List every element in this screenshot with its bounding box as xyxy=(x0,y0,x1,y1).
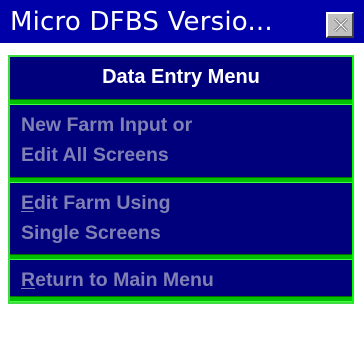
menu-item-line-rest: eturn to Main Menu xyxy=(35,269,214,291)
app-window: Micro DFBS Versio... Data Entry Menu New… xyxy=(0,0,364,344)
close-x-icon xyxy=(333,17,349,33)
menu-header: Data Entry Menu xyxy=(102,66,260,88)
menu-item-new-farm-input[interactable]: New Farm Input or Edit All Screens xyxy=(10,110,352,170)
menu-item-line: New Farm Input or xyxy=(21,114,193,136)
window-body-blank xyxy=(0,312,364,344)
close-button[interactable] xyxy=(326,12,354,38)
window-title: Micro DFBS Versio... xyxy=(10,7,273,37)
menu-separator xyxy=(10,177,352,183)
mnemonic-r: R xyxy=(21,269,36,291)
menu-separator xyxy=(10,99,352,105)
menu-item-line: Edit All Screens xyxy=(21,144,169,166)
menu-item-line-rest: dit Farm Using xyxy=(34,192,171,214)
mnemonic-e: E xyxy=(21,192,35,214)
menu-separator xyxy=(10,254,352,260)
data-entry-menu: Data Entry Menu New Farm Input or Edit A… xyxy=(8,55,354,304)
menu-separator xyxy=(10,296,352,302)
menu-item-line: Edit Farm Using xyxy=(21,188,352,218)
menu-item-return-main-menu[interactable]: Return to Main Menu xyxy=(10,265,352,295)
menu-item-edit-farm-single-screens[interactable]: Edit Farm Using Single Screens xyxy=(10,188,352,248)
menu-item-line: Single Screens xyxy=(21,222,161,244)
title-bar[interactable]: Micro DFBS Versio... xyxy=(0,0,364,45)
menu-item-line: Return to Main Menu xyxy=(21,265,352,295)
